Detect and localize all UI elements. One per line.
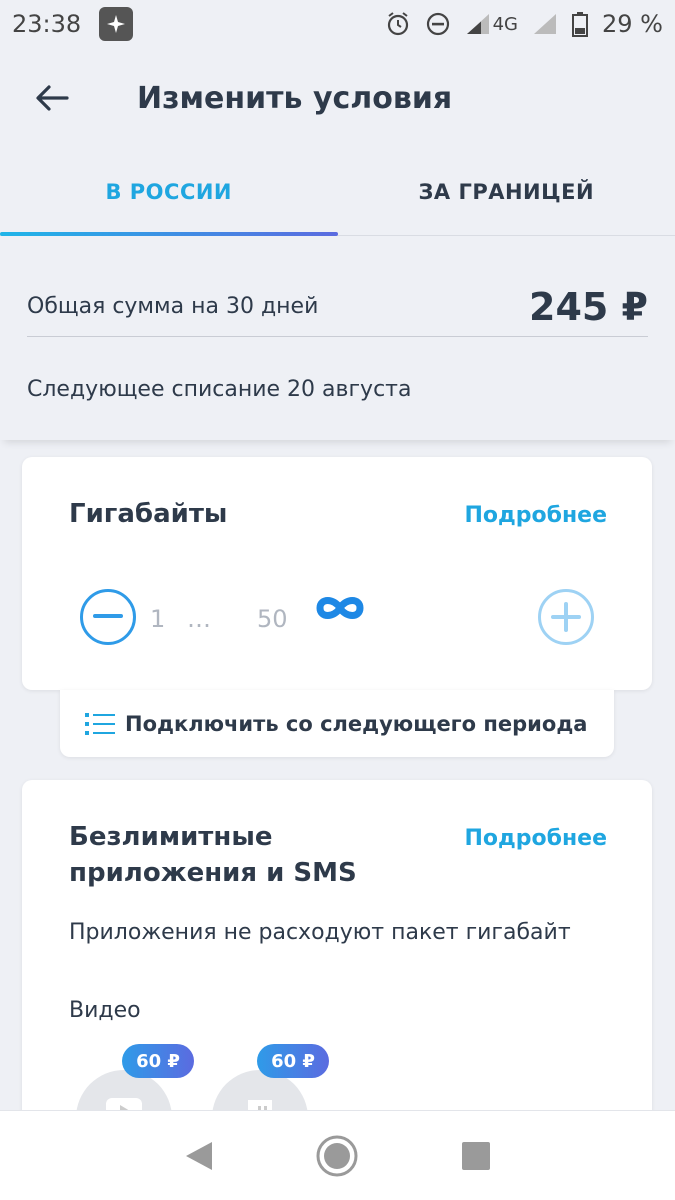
gigabytes-plus-button[interactable]: [538, 589, 594, 645]
system-nav-bar: [0, 1110, 675, 1200]
infinity-icon: [316, 597, 364, 619]
youtube-price-badge: 60 ₽: [122, 1044, 194, 1078]
page-title: Изменить условия: [137, 80, 453, 116]
status-bar: 23:38 4G 29 %: [0, 0, 675, 48]
unlimited-apps-details-link[interactable]: Подробнее: [464, 826, 607, 851]
app-header: Изменить условия: [0, 48, 675, 148]
stepper-value-max: 50: [257, 605, 288, 633]
sliders-icon: [85, 712, 115, 735]
gigabytes-title: Гигабайты: [69, 499, 228, 529]
do-not-disturb-icon: [425, 11, 451, 37]
home-circle-icon: [316, 1135, 358, 1176]
battery-percent: 29 %: [602, 10, 663, 38]
square-recents-icon: [461, 1141, 490, 1170]
nav-home-button[interactable]: [307, 1126, 367, 1186]
back-button[interactable]: [22, 68, 82, 128]
next-charge-text: Следующее списание 20 августа: [27, 377, 412, 402]
gigabytes-card: Гигабайты Подробнее 1 … 50: [22, 457, 652, 690]
gigabytes-minus-button[interactable]: [80, 589, 136, 645]
region-tabs: В РОССИИ ЗА ГРАНИЦЕЙ: [0, 148, 675, 236]
plus-icon: [551, 602, 581, 632]
battery-icon: [572, 11, 589, 37]
stepper-value-min: 1: [150, 605, 166, 633]
total-row: Общая сумма на 30 дней 245 ₽: [27, 277, 648, 337]
cost-summary: Общая сумма на 30 дней 245 ₽ Следующее с…: [0, 237, 675, 440]
app-notification-icon: [99, 7, 134, 41]
gigabytes-details-link[interactable]: Подробнее: [464, 503, 607, 528]
network-type: 4G: [492, 13, 519, 35]
alarm-icon: [385, 11, 411, 37]
tab-russia[interactable]: В РОССИИ: [0, 148, 338, 236]
unlimited-apps-title-line2: приложения и SMS: [69, 858, 357, 888]
total-label: Общая сумма на 30 дней: [27, 294, 319, 319]
signal-icon: 4G: [465, 12, 518, 36]
video-section-label: Видео: [69, 998, 141, 1023]
wifi-signal-icon: [532, 12, 558, 36]
total-amount: 245 ₽: [529, 284, 648, 329]
twitch-price-badge: 60 ₽: [257, 1044, 329, 1078]
unlimited-apps-title-line1: Безлимитные: [69, 822, 273, 852]
status-time: 23:38: [12, 10, 82, 38]
unlimited-apps-description: Приложения не расходуют пакет гигабайт: [69, 920, 571, 945]
connect-next-period-button[interactable]: Подключить со следующего периода: [60, 690, 614, 757]
unlimited-infinity-option[interactable]: [316, 595, 364, 625]
nav-back-button[interactable]: [169, 1126, 229, 1186]
minus-icon: [93, 614, 123, 618]
tab-abroad[interactable]: ЗА ГРАНИЦЕЙ: [338, 148, 675, 235]
nav-recents-button[interactable]: [446, 1126, 506, 1186]
connect-next-period-label: Подключить со следующего периода: [125, 711, 588, 736]
triangle-back-icon: [186, 1141, 213, 1170]
arrow-left-icon: [36, 85, 69, 111]
stepper-ellipsis: …: [187, 605, 211, 633]
